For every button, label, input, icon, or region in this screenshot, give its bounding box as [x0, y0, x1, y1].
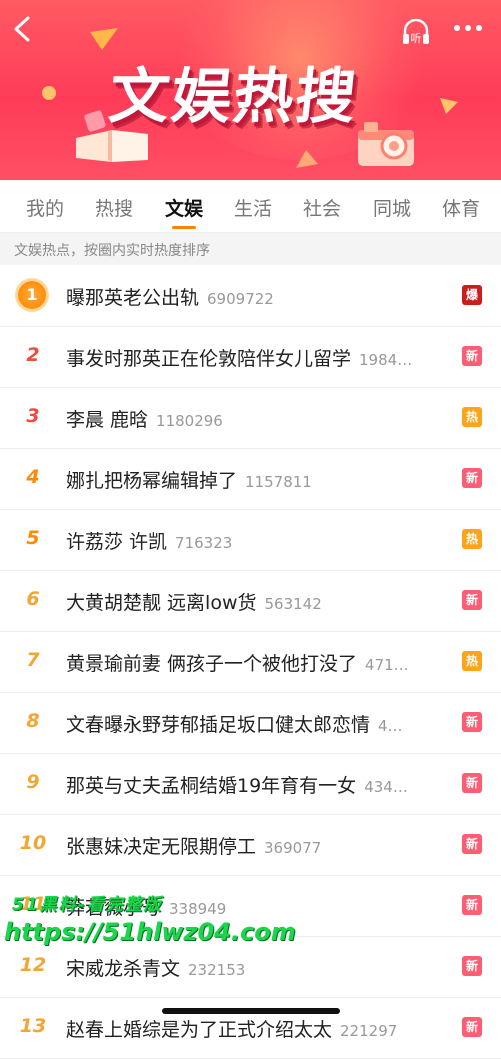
status-badge: 新 — [462, 895, 482, 915]
item-count: 434… — [364, 778, 408, 796]
status-badge: 新 — [462, 590, 482, 610]
item-title: 黄景瑜前妻 俩孩子一个被他打没了 — [66, 653, 358, 675]
list-item-title: 曝那英老公出轨 6909722 — [66, 283, 446, 309]
rank-number: 1 — [18, 281, 46, 309]
item-title: 曝那英老公出轨 — [66, 287, 200, 309]
home-indicator[interactable] — [162, 1008, 340, 1014]
item-count: 471… — [365, 656, 409, 674]
list-item-title: 事发时那英正在伦敦陪伴女儿留学 1984… — [66, 344, 446, 370]
item-title: 文春曝永野芽郁插足坂口健太郎恋情 — [66, 714, 371, 736]
list-item-title: 许荔莎 许凯 716323 — [66, 527, 446, 553]
decor-triangle-icon — [440, 98, 458, 114]
headphones-listen-icon[interactable]: 听 — [400, 16, 432, 48]
rank-number: 3 — [26, 405, 40, 427]
status-badge: 新 — [462, 712, 482, 732]
list-item[interactable]: 2 事发时那英正在伦敦陪伴女儿留学 1984… 新 — [0, 327, 501, 388]
status-badge: 新 — [462, 834, 482, 854]
tab-society[interactable]: 社会 — [294, 194, 350, 221]
category-tabs: 我的 热搜 文娱 生活 社会 同城 体育 — [0, 180, 501, 233]
item-count: 1157811 — [245, 473, 312, 491]
list-item[interactable]: 4 娜扎把杨幂编辑掉了 1157811 新 — [0, 449, 501, 510]
status-badge: 新 — [462, 468, 482, 488]
item-title: 事发时那英正在伦敦陪伴女儿留学 — [66, 348, 352, 370]
decor-dot — [42, 86, 56, 100]
item-title: 许荔莎 许凯 — [66, 531, 168, 553]
tab-mine[interactable]: 我的 — [17, 194, 73, 221]
decor-triangle-icon — [90, 28, 118, 50]
list-item-title: 文春曝永野芽郁插足坂口健太郎恋情 4… — [66, 710, 446, 736]
item-count: 369077 — [264, 839, 322, 857]
list-item[interactable]: 9 那英与丈夫孟桐结婚19年育有一女 434… 新 — [0, 754, 501, 815]
item-count: 4… — [378, 717, 403, 735]
item-count: 1180296 — [156, 412, 223, 430]
list-item-title: 赵春上婚综是为了正式介绍太太 221297 — [66, 1015, 446, 1041]
rank-number: 10 — [19, 832, 47, 854]
camera-icon — [358, 122, 414, 166]
rank-number: 6 — [26, 588, 40, 610]
item-title: 那英与丈夫孟桐结婚19年育有一女 — [66, 775, 357, 797]
item-count: 6909722 — [207, 290, 274, 308]
list-item-title: 娜扎把杨幂编辑掉了 1157811 — [66, 466, 446, 492]
item-title: 张惠妹决定无限期停工 — [66, 836, 257, 858]
status-badge: 新 — [462, 956, 482, 976]
more-options-icon[interactable] — [452, 20, 484, 36]
list-item[interactable]: 3 李晨 鹿晗 1180296 热 — [0, 388, 501, 449]
banner: 文娱热搜 听 — [0, 0, 501, 180]
back-arrow-icon[interactable] — [10, 14, 36, 44]
status-badge: 爆 — [462, 285, 482, 305]
list-description-bar: 文娱热点，按圈内实时热度排序 — [0, 233, 501, 265]
rank-number: 12 — [19, 954, 47, 976]
status-badge: 热 — [462, 407, 482, 427]
rank-number: 8 — [26, 710, 40, 732]
rank-number: 7 — [26, 649, 40, 671]
item-count: 563142 — [264, 595, 322, 613]
item-count: 338949 — [169, 900, 227, 918]
tab-local[interactable]: 同城 — [364, 194, 420, 221]
item-title: 娜扎把杨幂编辑掉了 — [66, 470, 238, 492]
decor-triangle-icon — [296, 150, 318, 168]
rank-number: 4 — [26, 466, 40, 488]
list-item-title: 那英与丈夫孟桐结婚19年育有一女 434… — [66, 771, 446, 797]
page-title: 文娱热搜 — [105, 62, 362, 132]
tab-life[interactable]: 生活 — [225, 194, 281, 221]
tab-entertainment[interactable]: 文娱 — [156, 194, 212, 221]
status-badge: 新 — [462, 346, 482, 366]
rank-number: 5 — [26, 527, 40, 549]
active-tab-indicator — [172, 226, 196, 229]
list-item-title: 大黄胡楚靓 远离low货 563142 — [66, 588, 446, 614]
watermark-line-1: 51黑料-看完整版 — [12, 895, 163, 915]
list-item[interactable]: 6 大黄胡楚靓 远离low货 563142 新 — [0, 571, 501, 632]
item-title: 大黄胡楚靓 远离low货 — [66, 592, 257, 614]
item-title: 宋威龙杀青文 — [66, 958, 181, 980]
list-description: 文娱热点，按圈内实时热度排序 — [14, 243, 210, 259]
list-item-title: 李晨 鹿晗 1180296 — [66, 405, 446, 431]
list-item-title: 黄景瑜前妻 俩孩子一个被他打没了 471… — [66, 649, 446, 675]
watermark-url: https://51hlwz04.com — [4, 918, 296, 946]
list-item[interactable]: 1 曝那英老公出轨 6909722 爆 — [0, 266, 501, 327]
status-badge: 新 — [462, 1017, 482, 1037]
tab-hot-search[interactable]: 热搜 — [86, 194, 142, 221]
list-item[interactable]: 10 张惠妹决定无限期停工 369077 新 — [0, 815, 501, 876]
status-badge: 热 — [462, 651, 482, 671]
list-item[interactable]: 12 宋威龙杀青文 232153 新 — [0, 937, 501, 998]
tab-sports[interactable]: 体育 — [433, 194, 489, 221]
rank-number: 13 — [19, 1015, 47, 1037]
list-item[interactable]: 5 许荔莎 许凯 716323 热 — [0, 510, 501, 571]
item-title: 赵春上婚综是为了正式介绍太太 — [66, 1019, 333, 1041]
status-badge: 新 — [462, 773, 482, 793]
status-badge: 热 — [462, 529, 482, 549]
list-item[interactable]: 8 文春曝永野芽郁插足坂口健太郎恋情 4… 新 — [0, 693, 501, 754]
item-count: 1984… — [359, 351, 413, 369]
item-count: 716323 — [175, 534, 233, 552]
item-count: 221297 — [340, 1022, 398, 1040]
rank-number: 2 — [26, 344, 40, 366]
list-item-title: 张惠妹决定无限期停工 369077 — [66, 832, 446, 858]
rank-number: 9 — [26, 771, 40, 793]
list-item[interactable]: 7 黄景瑜前妻 俩孩子一个被他打没了 471… 热 — [0, 632, 501, 693]
listen-label: 听 — [411, 32, 422, 45]
item-title: 李晨 鹿晗 — [66, 409, 149, 431]
item-count: 232153 — [188, 961, 246, 979]
list-item-title: 宋威龙杀青文 232153 — [66, 954, 446, 980]
